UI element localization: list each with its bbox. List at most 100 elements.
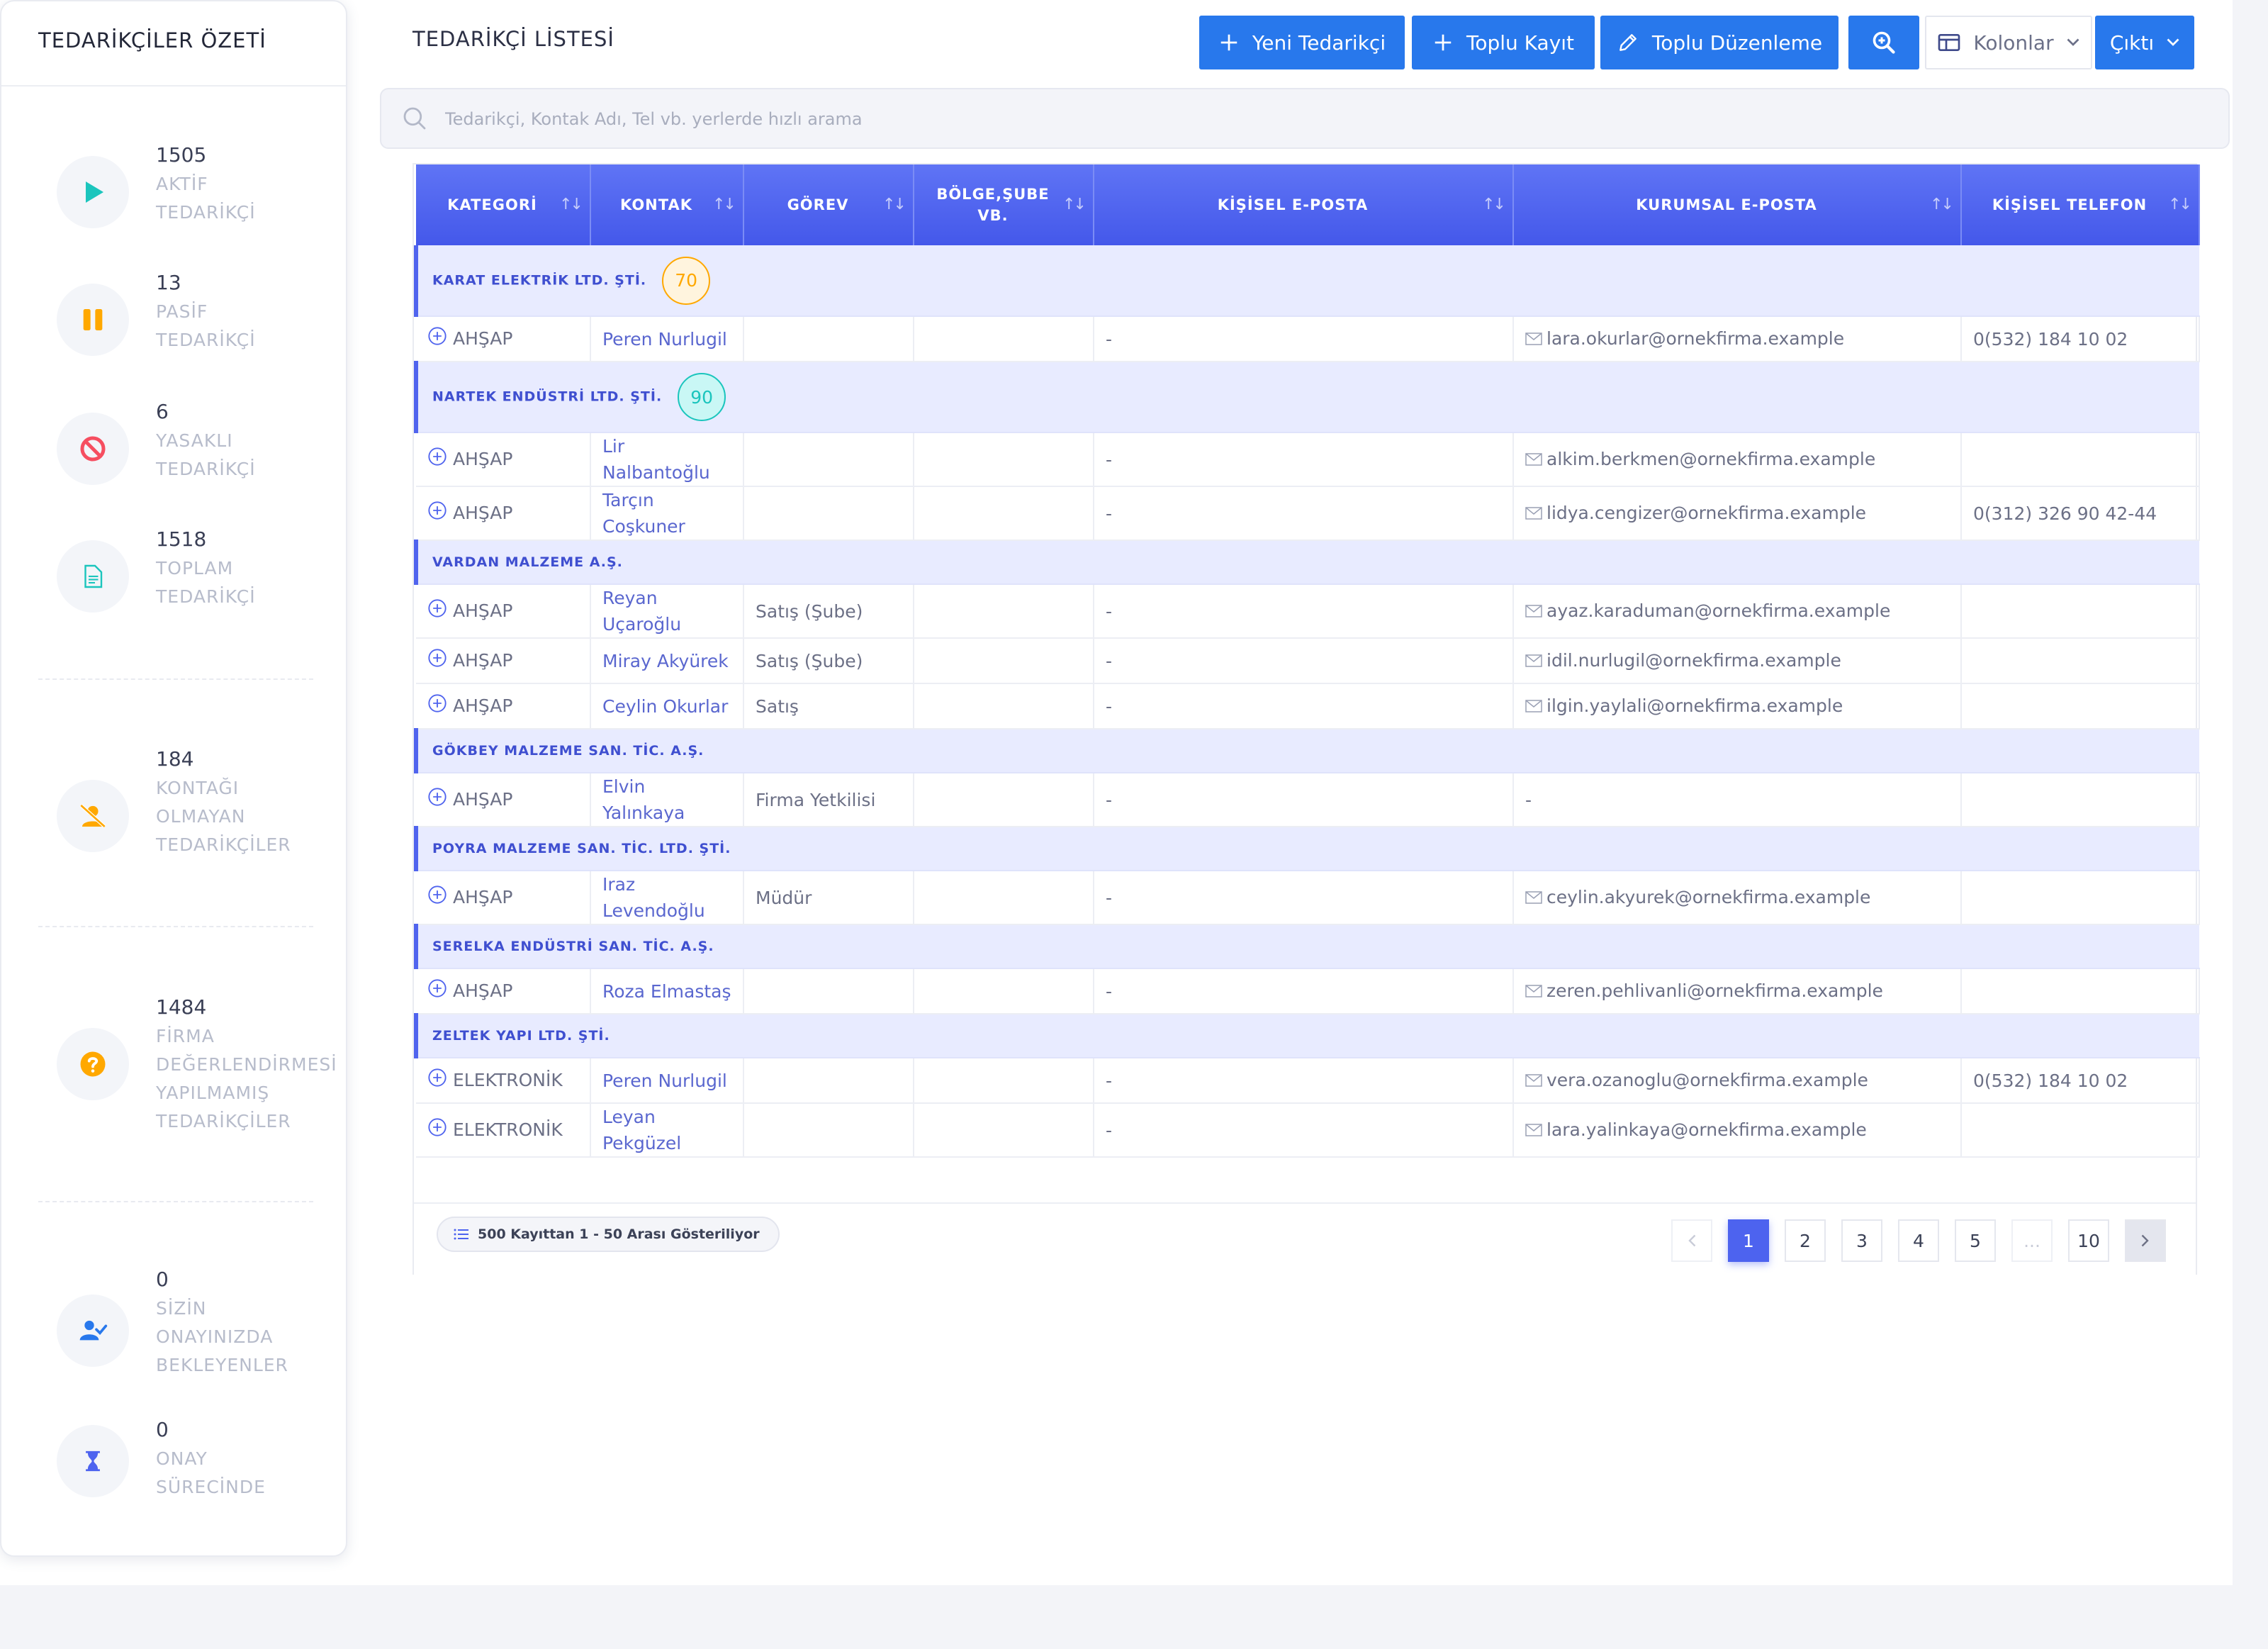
sort-icon[interactable]: ↑↓ — [1062, 194, 1087, 216]
column-header-personal-email[interactable]: KİŞİSEL E-POSTA ↑↓ — [1094, 164, 1514, 245]
column-header-corporate-email[interactable]: KURUMSAL E-POSTA ↑↓ — [1513, 164, 1962, 245]
prev-page-button[interactable] — [1671, 1219, 1712, 1262]
cell-corporate-email[interactable]: idil.nurlugil@ornekfirma.example — [1513, 638, 1962, 684]
cell-contact[interactable]: Lir Nalbantoğlu — [590, 432, 744, 487]
table-row[interactable]: AHŞAP Peren Nurlugil - lara.okurlar@ornekfi… — [416, 316, 2200, 362]
expand-row-icon[interactable] — [427, 978, 447, 1005]
expand-row-icon[interactable] — [427, 1117, 447, 1144]
page-button-1[interactable]: 1 — [1728, 1219, 1769, 1262]
page-button-4[interactable]: 4 — [1898, 1219, 1939, 1262]
group-supplier-name[interactable]: VARDAN MALZEME A.Ş. — [432, 554, 623, 570]
page-button-5[interactable]: 5 — [1955, 1219, 1996, 1262]
sort-icon[interactable]: ↑↓ — [712, 194, 736, 216]
cell-region — [914, 316, 1094, 362]
page-button-3[interactable]: 3 — [1841, 1219, 1882, 1262]
cell-personal-email: - — [1094, 871, 1514, 925]
stat-value: 0 — [156, 1268, 169, 1291]
sort-icon[interactable]: ↑↓ — [882, 194, 906, 216]
group-row[interactable]: ZELTEK YAPI LTD. ŞTİ. — [414, 1014, 2199, 1058]
group-supplier-name[interactable]: GÖKBEY MALZEME SAN. TİC. A.Ş. — [432, 743, 704, 759]
group-row[interactable]: GÖKBEY MALZEME SAN. TİC. A.Ş. — [414, 729, 2199, 773]
group-supplier-name[interactable]: KARAT ELEKTRİK LTD. ŞTİ. — [432, 272, 646, 288]
cell-contact[interactable]: Ceylin Okurlar — [590, 683, 744, 730]
table-row[interactable]: AHŞAP Tarçın Coşkuner - lidya.cengizer@orne… — [416, 486, 2200, 541]
quick-search-input[interactable] — [445, 105, 2146, 133]
expand-row-icon[interactable] — [427, 693, 447, 720]
group-supplier-name[interactable]: ZELTEK YAPI LTD. ŞTİ. — [432, 1028, 610, 1044]
page-button-10[interactable]: 10 — [2068, 1219, 2109, 1262]
table-row[interactable]: AHŞAP Ceylin Okurlar Satış - ilgin.yaylali@o… — [416, 683, 2200, 730]
stat-value: 1484 — [156, 995, 207, 1019]
group-row[interactable]: NARTEK ENDÜSTRİ LTD. ŞTİ. 90 — [414, 362, 2199, 433]
cell-corporate-email[interactable]: vera.ozanoglu@ornekfirma.example — [1513, 1058, 1962, 1104]
cell-personal-email: - — [1094, 1103, 1514, 1158]
cell-corporate-email[interactable]: lara.okurlar@ornekfirma.example — [1513, 316, 1962, 362]
cell-contact[interactable]: Leyan Pekgüzel — [590, 1103, 744, 1158]
cell-personal-phone — [1961, 683, 2200, 730]
cell-contact[interactable]: Reyan Uçaroğlu — [590, 584, 744, 639]
table-row[interactable]: AHŞAP Lir Nalbantoğlu - alkim.berkmen@ornek… — [416, 432, 2200, 487]
table-row[interactable]: ELEKTRONİK Peren Nurlugil - vera.ozanoglu@o… — [416, 1058, 2200, 1104]
cell-contact[interactable]: Roza Elmastaş — [590, 968, 744, 1014]
table-row[interactable]: AHŞAP Elvin Yalınkaya Firma Yetkilisi - - — [416, 773, 2200, 827]
group-row[interactable]: SERELKA ENDÜSTRİ SAN. TİC. A.Ş. — [414, 924, 2199, 969]
next-page-button[interactable] — [2125, 1219, 2166, 1262]
bulk-add-button[interactable]: Toplu Kayıt — [1412, 16, 1595, 69]
cell-corporate-email[interactable]: ayaz.karaduman@ornekfirma.example — [1513, 584, 1962, 639]
sort-icon[interactable]: ↑↓ — [559, 194, 583, 216]
column-header-role[interactable]: GÖREV ↑↓ — [743, 164, 914, 245]
cell-corporate-email[interactable]: alkim.berkmen@ornekfirma.example — [1513, 432, 1962, 487]
table-row[interactable]: AHŞAP Miray Akyürek Satış (Şube) - idil.nurl… — [416, 638, 2200, 684]
group-row[interactable]: VARDAN MALZEME A.Ş. — [414, 540, 2199, 585]
group-row[interactable]: KARAT ELEKTRİK LTD. ŞTİ. 70 — [414, 245, 2199, 317]
sort-icon[interactable]: ↑↓ — [1930, 194, 1954, 216]
expand-row-icon[interactable] — [427, 326, 447, 353]
expand-row-icon[interactable] — [427, 648, 447, 675]
cell-personal-phone: 0(532) 184 10 02 — [1961, 316, 2200, 362]
group-supplier-name[interactable]: NARTEK ENDÜSTRİ LTD. ŞTİ. — [432, 389, 662, 405]
expand-row-icon[interactable] — [427, 787, 447, 814]
page-button-2[interactable]: 2 — [1785, 1219, 1826, 1262]
cell-corporate-email[interactable]: ilgin.yaylali@ornekfirma.example — [1513, 683, 1962, 730]
column-header-contact[interactable]: KONTAK ↑↓ — [590, 164, 744, 245]
cell-contact[interactable]: Tarçın Coşkuner — [590, 486, 744, 541]
cell-corporate-email[interactable]: - — [1513, 773, 1962, 827]
cell-contact[interactable]: Iraz Levendoğlu — [590, 871, 744, 925]
cell-contact[interactable]: Elvin Yalınkaya — [590, 773, 744, 827]
envelope-icon — [1525, 978, 1542, 1005]
cell-corporate-email[interactable]: ceylin.akyurek@ornekfirma.example — [1513, 871, 1962, 925]
cell-contact[interactable]: Peren Nurlugil — [590, 1058, 744, 1104]
expand-row-icon[interactable] — [427, 447, 447, 474]
column-header-category[interactable]: KATEGORİ ↑↓ — [416, 164, 591, 245]
sort-icon[interactable]: ↑↓ — [1482, 194, 1506, 216]
cell-contact-text: Peren Nurlugil — [602, 1070, 727, 1091]
expand-row-icon[interactable] — [427, 1068, 447, 1095]
table-row[interactable]: AHŞAP Iraz Levendoğlu Müdür - ceylin.akyurek… — [416, 871, 2200, 925]
bulk-edit-label: Toplu Düzenleme — [1651, 30, 1823, 55]
cell-corporate-email[interactable]: lidya.cengizer@ornekfirma.example — [1513, 486, 1962, 541]
new-supplier-button[interactable]: Yeni Tedarikçi — [1199, 16, 1405, 69]
table-header-row: KATEGORİ ↑↓ KONTAK ↑↓ GÖREV ↑↓ BÖLGE,ŞUBE V… — [416, 164, 2200, 245]
expand-row-icon[interactable] — [427, 501, 447, 527]
sort-icon[interactable]: ↑↓ — [2168, 194, 2192, 216]
group-row[interactable]: POYRA MALZEME SAN. TİC. LTD. ŞTİ. — [414, 827, 2199, 871]
cell-personal-email-text: - — [1106, 1119, 1113, 1141]
expand-row-icon[interactable] — [427, 885, 447, 912]
cell-contact[interactable]: Miray Akyürek — [590, 638, 744, 684]
column-header-region[interactable]: BÖLGE,ŞUBE VB. ↑↓ — [914, 164, 1094, 245]
export-dropdown[interactable]: Çıktı — [2095, 16, 2194, 69]
table-row[interactable]: ELEKTRONİK Leyan Pekgüzel - lara.yalinkaya@… — [416, 1103, 2200, 1158]
table-row[interactable]: AHŞAP Reyan Uçaroğlu Satış (Şube) - ayaz.kar… — [416, 584, 2200, 639]
columns-dropdown[interactable]: Kolonlar — [1925, 16, 2092, 69]
envelope-icon — [1525, 326, 1542, 352]
group-supplier-name[interactable]: SERELKA ENDÜSTRİ SAN. TİC. A.Ş. — [432, 939, 714, 954]
group-supplier-name[interactable]: POYRA MALZEME SAN. TİC. LTD. ŞTİ. — [432, 841, 731, 856]
cell-corporate-email[interactable]: zeren.pehlivanli@ornekfirma.example — [1513, 968, 1962, 1014]
advanced-search-button[interactable] — [1848, 16, 1919, 69]
cell-contact[interactable]: Peren Nurlugil — [590, 316, 744, 362]
cell-corporate-email[interactable]: lara.yalinkaya@ornekfirma.example — [1513, 1103, 1962, 1158]
expand-row-icon[interactable] — [427, 598, 447, 625]
table-row[interactable]: AHŞAP Roza Elmastaş - zeren.pehlivanli@orne… — [416, 968, 2200, 1014]
bulk-edit-button[interactable]: Toplu Düzenleme — [1600, 16, 1838, 69]
column-header-personal-phone[interactable]: KİŞİSEL TELEFON ↑↓ — [1961, 164, 2200, 245]
